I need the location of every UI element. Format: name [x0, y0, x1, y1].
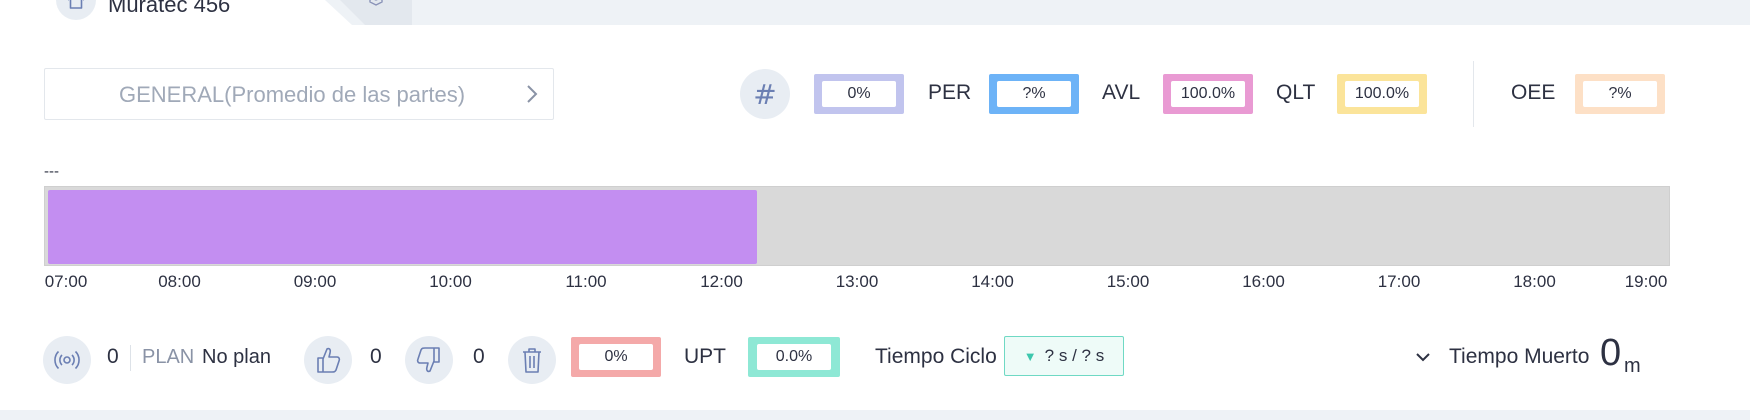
per-kpi-value: ?% [997, 81, 1071, 107]
triangle-down-icon: ▼ [1023, 348, 1037, 364]
trash-icon [523, 348, 541, 373]
scrap-percent-box: 0% [571, 337, 661, 377]
dead-time-label: Tiempo Muerto [1449, 345, 1590, 368]
part-selector[interactable]: GENERAL(Promedio de las partes) [44, 68, 554, 120]
bad-parts-count: 0 [473, 345, 485, 368]
timeline-tick-label: 16:00 [1242, 272, 1285, 291]
qlt-label: QLT [1276, 81, 1316, 104]
scrap-button[interactable] [508, 336, 556, 384]
timeline-tick-label: 07:00 [44, 272, 88, 291]
plan-label: PLAN [142, 346, 195, 368]
count-kpi-box: 0% [814, 74, 904, 114]
home-icon [68, 0, 84, 9]
oee-kpi-value: ?% [1583, 81, 1657, 107]
kpi-divider [1473, 61, 1474, 127]
signal-icon [54, 350, 80, 370]
avl-kpi-value: 100.0% [1171, 81, 1245, 107]
per-kpi-box: ?% [989, 74, 1079, 114]
thumbs-down-icon [416, 347, 440, 373]
timeline-tick-label: 13:00 [835, 272, 879, 291]
avl-label: AVL [1102, 81, 1141, 104]
hexagon-icon [369, 0, 383, 6]
avl-kpi-box: 100.0% [1163, 74, 1253, 114]
signal-button[interactable] [43, 336, 91, 384]
cycle-time-value: ? s / ? s [1044, 346, 1105, 365]
cycle-time-box[interactable]: ▼ ? s / ? s [1004, 336, 1124, 376]
timeline-tick-label: 14:00 [971, 272, 1014, 291]
upt-value: 0.0% [757, 344, 831, 370]
dead-time-unit: m [1624, 355, 1641, 377]
signal-count: 0 [107, 345, 119, 368]
bad-parts-button[interactable] [405, 336, 453, 384]
timeline-tick-label: 12:00 [700, 272, 743, 291]
qlt-kpi-box: 100.0% [1337, 74, 1427, 114]
per-label: PER [928, 81, 972, 104]
dead-time-value: 0 [1600, 332, 1622, 374]
timeline-tick-label: 18:00 [1513, 272, 1556, 291]
upt-box: 0.0% [748, 337, 840, 377]
timeline-tick-label: 09:00 [293, 272, 337, 291]
machine-title: Muratec 456 [108, 0, 231, 17]
count-kpi-value: 0% [822, 81, 896, 107]
qlt-kpi-value: 100.0% [1345, 81, 1419, 107]
thumbs-up-icon [317, 347, 341, 373]
machine-panel: GENERAL(Promedio de las partes) # 0% PER… [0, 25, 1750, 410]
oee-kpi-box: ?% [1575, 74, 1665, 114]
timeline-tick-label: 11:00 [565, 272, 607, 291]
timeline-tick-label: 17:00 [1377, 272, 1421, 291]
good-parts-count: 0 [370, 345, 382, 368]
upt-label: UPT [684, 345, 726, 368]
hash-icon[interactable]: # [740, 69, 790, 119]
timeline-tick-label: 19:00 [1624, 272, 1668, 291]
timeline-tick-label: 15:00 [1106, 272, 1150, 291]
part-selector-label: GENERAL(Promedio de las partes) [119, 82, 466, 107]
plan-separator [130, 345, 131, 371]
shift-identifier: --- [44, 163, 59, 180]
good-parts-button[interactable] [304, 336, 352, 384]
chevron-down-icon[interactable] [1415, 351, 1431, 363]
chevron-right-icon [527, 85, 538, 103]
plan-value: No plan [202, 346, 271, 368]
timeline-tick-label: 10:00 [429, 272, 472, 291]
timeline-tick-label: 08:00 [158, 272, 201, 291]
tab-bar: Muratec 456 [0, 0, 1750, 25]
production-timeline[interactable] [44, 186, 1670, 266]
cycle-time-label: Tiempo Ciclo [875, 345, 997, 368]
oee-label: OEE [1511, 81, 1556, 104]
scrap-percent-value: 0% [579, 344, 653, 370]
timeline-progress-bar [48, 190, 757, 264]
